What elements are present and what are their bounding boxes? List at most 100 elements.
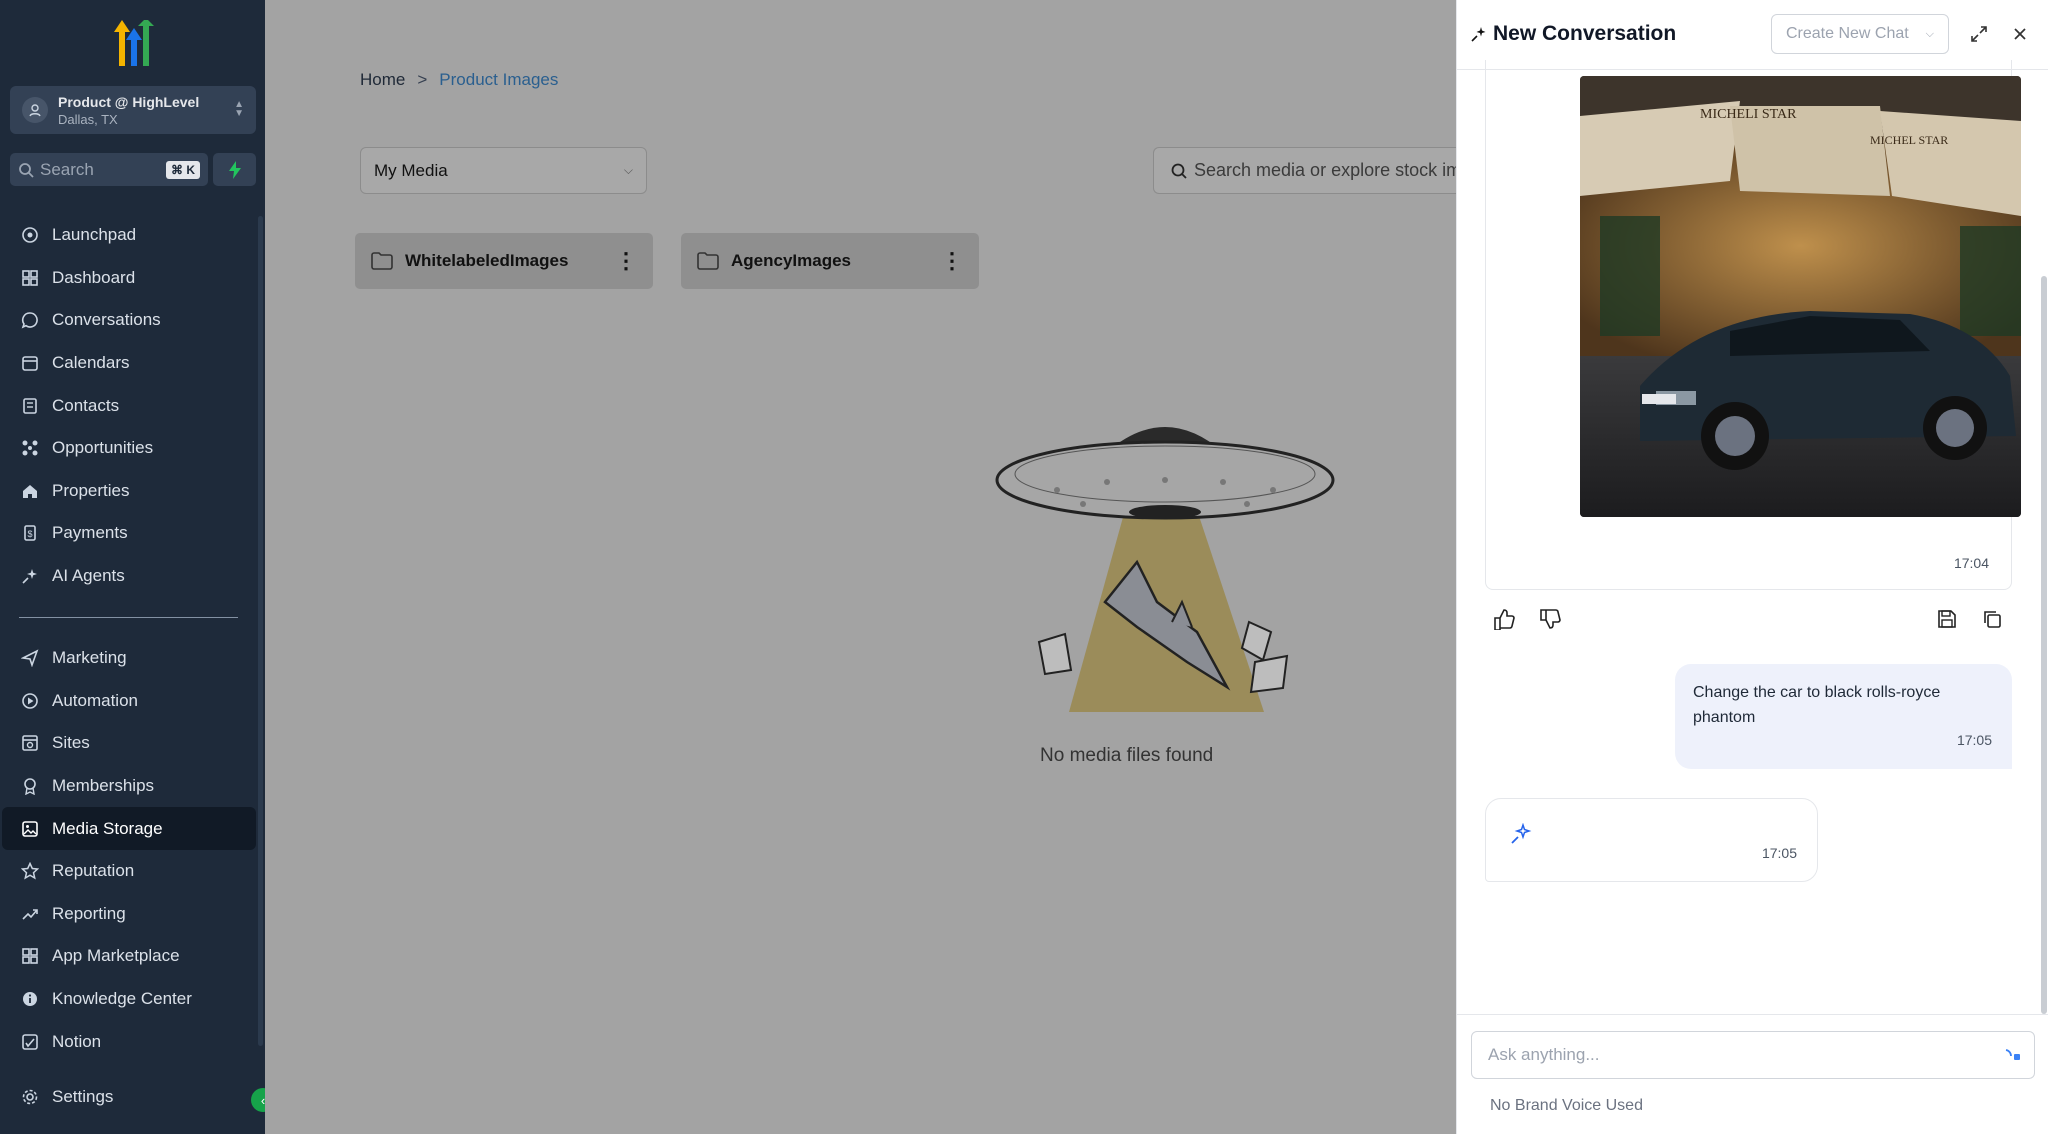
avatar	[22, 97, 48, 123]
sidebar-nav-primary: Launchpad Dashboard Conversations Calend…	[0, 214, 258, 597]
sidebar-item-label: Dashboard	[52, 267, 136, 287]
sidebar-item-media-storage[interactable]: Media Storage	[2, 807, 256, 850]
panel-footer: No Brand Voice Used	[1457, 1014, 2048, 1134]
sidebar-item-label: AI Agents	[52, 566, 125, 586]
trend-icon	[20, 904, 40, 924]
close-icon	[2014, 28, 2026, 40]
automation-icon	[20, 691, 40, 711]
close-button[interactable]	[2008, 22, 2032, 46]
sidebar-item-ai-agents[interactable]: AI Agents	[0, 555, 258, 598]
sidebar-item-opportunities[interactable]: Opportunities	[0, 427, 258, 470]
sidebar-item-contacts[interactable]: Contacts	[0, 384, 258, 427]
main-content: Home > Product Images My Media ⌵ Search me…	[265, 0, 1457, 1134]
sidebar-divider	[19, 617, 238, 618]
quick-action-button[interactable]	[213, 153, 256, 186]
panel-scrollbar[interactable]	[2041, 276, 2047, 1014]
folder-name: AgencyImages	[731, 251, 851, 270]
media-source-dropdown[interactable]: My Media ⌵	[360, 147, 647, 194]
sidebar: Product @ HighLevel Dallas, TX ▲ ▼ Search…	[0, 0, 275, 1134]
sidebar-item-conversations[interactable]: Conversations	[0, 299, 258, 342]
sidebar-search[interactable]: Search ⌘ K	[10, 153, 208, 186]
sidebar-item-launchpad[interactable]: Launchpad	[0, 214, 258, 257]
sidebar-item-label: Settings	[52, 1087, 114, 1107]
sidebar-item-app-marketplace[interactable]: App Marketplace	[0, 935, 258, 978]
svg-text:$: $	[27, 529, 32, 539]
chat-icon	[20, 310, 40, 330]
launchpad-icon	[20, 225, 40, 245]
gear-icon	[20, 1087, 40, 1107]
create-new-chat-label: Create New Chat	[1786, 25, 1909, 42]
sidebar-item-memberships[interactable]: Memberships	[0, 765, 258, 808]
empty-state-text: No media files found	[1040, 745, 1214, 766]
ask-input[interactable]	[1488, 1045, 1968, 1065]
sidebar-item-automation[interactable]: Automation	[0, 680, 258, 723]
folder-card[interactable]: WhitelabeledImages ⋮	[355, 233, 653, 289]
sidebar-nav-footer: Settings	[0, 1076, 258, 1119]
user-message: Change the car to black rolls-royce phan…	[1675, 664, 2012, 769]
chevron-down-icon: ⌵	[1925, 27, 1934, 40]
breadcrumb-current[interactable]: Product Images	[439, 70, 558, 89]
account-switcher[interactable]: Product @ HighLevel Dallas, TX ▲ ▼	[10, 86, 256, 134]
folder-icon	[697, 252, 719, 270]
sidebar-item-sites[interactable]: Sites	[0, 722, 258, 765]
media-search-input[interactable]: Search media or explore stock im	[1153, 147, 1457, 194]
search-icon	[1171, 163, 1187, 179]
generated-image[interactable]: MICHELI STAR MICHEL STAR	[1580, 76, 2021, 517]
search-icon	[19, 162, 34, 178]
expand-button[interactable]	[1967, 22, 1991, 46]
sidebar-item-reporting[interactable]: Reporting	[0, 893, 258, 936]
sites-icon	[20, 733, 40, 753]
account-location: Dallas, TX	[58, 111, 118, 127]
star-icon	[20, 861, 40, 881]
ask-input-box[interactable]	[1471, 1031, 2035, 1079]
copy-button[interactable]	[1979, 606, 2005, 632]
more-vertical-icon[interactable]: ⋮	[615, 250, 637, 272]
sidebar-item-settings[interactable]: Settings	[0, 1076, 258, 1119]
contacts-icon	[20, 396, 40, 416]
sidebar-item-marketing[interactable]: Marketing	[0, 637, 258, 680]
message-timestamp: 17:05	[1761, 845, 1797, 861]
sidebar-item-label: Contacts	[52, 395, 120, 415]
sidebar-item-label: Opportunities	[52, 438, 154, 458]
sidebar-item-label: Marketing	[52, 648, 127, 668]
opportunities-icon	[20, 438, 40, 458]
more-vertical-icon[interactable]: ⋮	[941, 250, 963, 272]
dropdown-value: My Media	[374, 160, 448, 180]
sign-text-1: MICHELI STAR	[1700, 107, 1797, 122]
sidebar-item-dashboard[interactable]: Dashboard	[0, 257, 258, 300]
sidebar-item-reputation[interactable]: Reputation	[0, 850, 258, 893]
grid-icon	[20, 946, 40, 966]
save-button[interactable]	[1934, 606, 1960, 632]
search-shortcut: ⌘ K	[166, 160, 200, 179]
sidebar-item-label: Automation	[52, 690, 138, 710]
sidebar-item-payments[interactable]: $ Payments	[0, 512, 258, 555]
sidebar-item-label: Knowledge Center	[52, 989, 192, 1009]
chevron-down-icon: ⌵	[623, 163, 633, 177]
sidebar-item-properties[interactable]: Properties	[0, 470, 258, 513]
sidebar-nav-secondary: Marketing Automation Sites Memberships M…	[0, 637, 258, 1063]
breadcrumb-home[interactable]: Home	[360, 70, 405, 89]
loading-spinner-icon	[2002, 1047, 2022, 1070]
create-new-chat-dropdown[interactable]: Create New Chat ⌵	[1771, 14, 1949, 54]
sidebar-item-knowledge-center[interactable]: Knowledge Center	[0, 978, 258, 1021]
breadcrumb: Home > Product Images	[360, 70, 558, 90]
sidebar-item-label: Media Storage	[52, 818, 163, 838]
sidebar-scrollbar[interactable]	[258, 216, 263, 1046]
send-icon	[20, 648, 40, 668]
sidebar-item-label: Notion	[52, 1031, 102, 1051]
folder-icon	[371, 252, 393, 270]
sparkle-icon	[1510, 822, 1532, 850]
assistant-loading-message: 17:05	[1485, 798, 1818, 882]
chevron-updown-icon: ▲ ▼	[234, 99, 244, 119]
sidebar-item-calendars[interactable]: Calendars	[0, 342, 258, 385]
save-icon	[1938, 610, 1956, 628]
thumbs-down-button[interactable]	[1537, 606, 1563, 632]
thumbs-up-button[interactable]	[1491, 606, 1517, 632]
memberships-icon	[20, 776, 40, 796]
folder-card[interactable]: AgencyImages ⋮	[681, 233, 979, 289]
dashboard-icon	[20, 268, 40, 288]
expand-icon	[1971, 26, 1987, 42]
sidebar-item-notion[interactable]: Notion	[0, 1020, 258, 1063]
sidebar-item-label: App Marketplace	[52, 946, 180, 966]
payments-icon: $	[20, 523, 40, 543]
